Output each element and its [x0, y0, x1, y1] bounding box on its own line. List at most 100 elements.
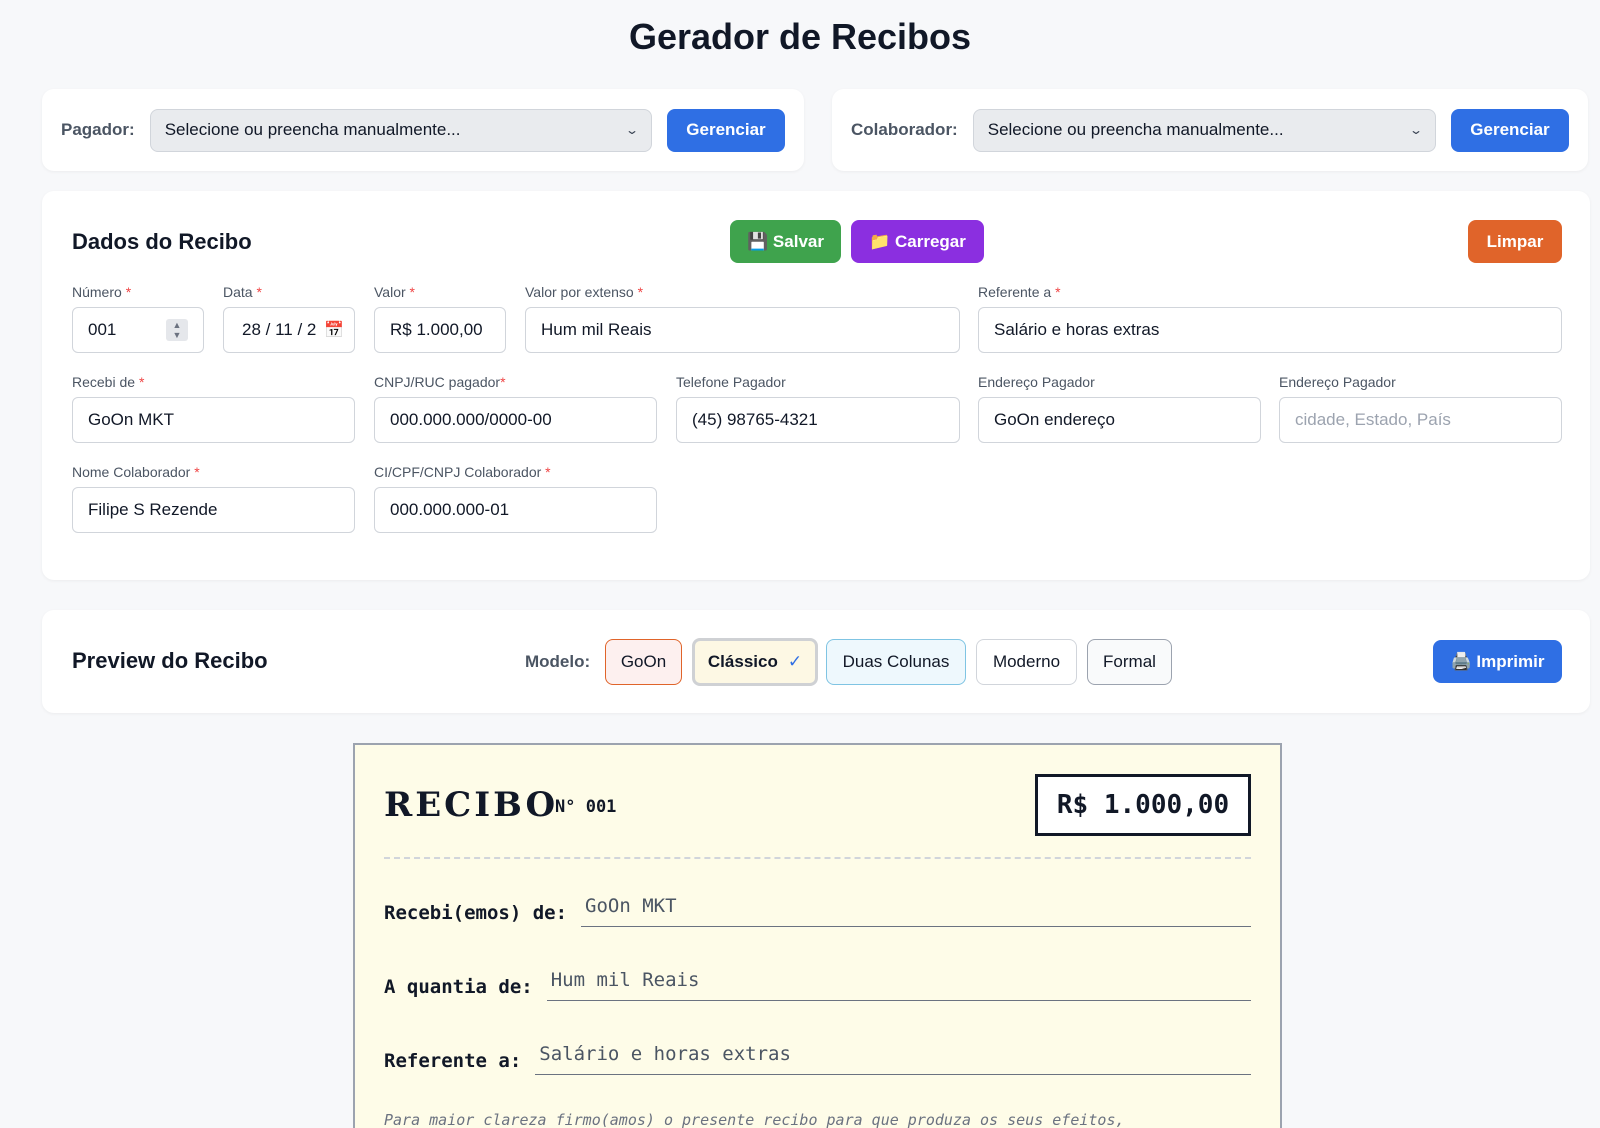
model-goon-button[interactable]: GoOn	[605, 639, 682, 685]
model-formal-button[interactable]: Formal	[1087, 639, 1172, 685]
telefone-field: Telefone Pagador (45) 98765-4321	[676, 374, 960, 443]
receipt-data-title: Dados do Recibo	[72, 229, 252, 254]
nome-colaborador-value: Filipe S Rezende	[88, 500, 218, 519]
data-value: 28 / 11 / 2	[242, 320, 317, 339]
model-moderno-label: Moderno	[992, 652, 1061, 671]
manage-payer-button[interactable]: Gerenciar	[667, 108, 785, 152]
collaborator-select[interactable]: Selecione ou preencha manualmente... ⌄	[972, 108, 1436, 152]
numero-label: Número	[72, 284, 122, 300]
page-title: Gerador de Recibos	[628, 16, 972, 57]
endereco-city-field: Endereço Pagador cidade, Estado, País	[1279, 374, 1562, 443]
received-from-value: GoOn MKT	[581, 895, 1251, 927]
extenso-label: Valor por extenso	[525, 284, 634, 300]
preview-title: Preview do Recibo	[72, 648, 268, 673]
amount-line: A quantia de: Hum mil Reais	[384, 969, 1251, 1001]
reference-value: Salário e horas extras	[535, 1043, 1251, 1075]
recebi-field: Recebi de * GoOn MKT	[72, 374, 355, 443]
clear-button[interactable]: Limpar	[1468, 220, 1562, 263]
referente-label: Referente a	[978, 284, 1052, 300]
endereco-input[interactable]: GoOn endereço	[978, 397, 1261, 443]
model-label: Modelo:	[525, 652, 591, 671]
load-button[interactable]: 📁 Carregar	[851, 220, 984, 263]
model-goon-label: GoOn	[620, 652, 667, 671]
data-label: Data	[223, 284, 253, 300]
model-classico-button[interactable]: Clássico ✓	[692, 638, 818, 686]
data-field: Data * 28 / 11 / 2 📅	[223, 284, 355, 353]
collaborator-label: Colaborador:	[851, 120, 958, 139]
calendar-icon[interactable]: 📅	[324, 320, 344, 340]
valor-field: Valor * R$ 1.000,00	[374, 284, 506, 353]
stepper-icon[interactable]: ▲ ▼	[166, 319, 188, 341]
model-classico-label: Clássico	[707, 652, 778, 671]
receipt-title: RECIBO	[384, 785, 559, 825]
payer-selector-card: Pagador: Selecione ou preencha manualmen…	[42, 89, 804, 171]
telefone-label: Telefone Pagador	[676, 374, 786, 390]
receipt-data-card: Dados do Recibo 💾 Salvar 📁 Carregar Limp…	[42, 191, 1590, 580]
cnpj-pagador-value: 000.000.000/0000-00	[390, 410, 552, 429]
required-marker: *	[194, 464, 200, 480]
numero-field: Número * 001 ▲ ▼	[72, 284, 204, 353]
nome-colaborador-label: Nome Colaborador	[72, 464, 191, 480]
doc-colaborador-field: CI/CPF/CNPJ Colaborador * 000.000.000-01	[374, 464, 657, 533]
recebi-label: Recebi de	[72, 374, 136, 390]
received-from-line: Recebi(emos) de: GoOn MKT	[384, 895, 1251, 927]
doc-colaborador-label: CI/CPF/CNPJ Colaborador	[374, 464, 542, 480]
extenso-value: Hum mil Reais	[541, 320, 652, 339]
required-marker: *	[1055, 284, 1061, 300]
numero-value: 001	[88, 320, 117, 339]
doc-colaborador-value: 000.000.000-01	[390, 500, 510, 519]
extenso-input[interactable]: Hum mil Reais	[525, 307, 960, 353]
referente-input[interactable]: Salário e horas extras	[978, 307, 1562, 353]
model-formal-label: Formal	[1103, 652, 1156, 671]
endereco-city-label: Endereço Pagador	[1279, 374, 1396, 390]
check-icon: ✓	[787, 652, 803, 671]
model-duas-colunas-label: Duas Colunas	[842, 652, 950, 671]
telefone-input[interactable]: (45) 98765-4321	[676, 397, 960, 443]
reference-line: Referente a: Salário e horas extras	[384, 1043, 1251, 1075]
collaborator-select-value: Selecione ou preencha manualmente...	[987, 120, 1284, 139]
required-marker: *	[637, 284, 644, 300]
model-duas-colunas-button[interactable]: Duas Colunas	[826, 639, 966, 685]
cnpj-pagador-label: CNPJ/RUC pagador	[374, 374, 501, 390]
required-marker: *	[500, 374, 506, 390]
valor-value: R$ 1.000,00	[390, 320, 483, 339]
endereco-city-input[interactable]: cidade, Estado, País	[1279, 397, 1562, 443]
cnpj-pagador-input[interactable]: 000.000.000/0000-00	[374, 397, 657, 443]
manage-collaborator-button[interactable]: Gerenciar	[1451, 108, 1569, 152]
preview-toolbar-card: Preview do Recibo Modelo: GoOn Clássico …	[42, 610, 1590, 713]
payer-select[interactable]: Selecione ou preencha manualmente... ⌄	[149, 108, 652, 152]
chevron-down-icon: ⌄	[624, 123, 640, 137]
model-moderno-button[interactable]: Moderno	[976, 639, 1077, 685]
recebi-input[interactable]: GoOn MKT	[72, 397, 355, 443]
amount-label: A quantia de:	[384, 976, 533, 998]
required-marker: *	[545, 464, 551, 480]
chevron-down-icon: ⌄	[1408, 123, 1424, 137]
dashed-divider	[384, 857, 1251, 859]
amount-value: Hum mil Reais	[546, 969, 1251, 1001]
reference-label: Referente a:	[384, 1050, 522, 1072]
required-marker: *	[125, 284, 132, 300]
required-marker: *	[256, 284, 262, 300]
save-button[interactable]: 💾 Salvar	[730, 220, 841, 263]
valor-input[interactable]: R$ 1.000,00	[374, 307, 506, 353]
referente-value: Salário e horas extras	[994, 320, 1160, 339]
endereco-value: GoOn endereço	[994, 410, 1115, 429]
payer-select-value: Selecione ou preencha manualmente...	[164, 120, 461, 139]
payer-label: Pagador:	[61, 120, 135, 139]
print-button[interactable]: 🖨️ Imprimir	[1433, 640, 1562, 683]
required-marker: *	[138, 374, 145, 390]
received-from-label: Recebi(emos) de:	[384, 902, 568, 924]
referente-field: Referente a * Salário e horas extras	[978, 284, 1562, 353]
receipt-footer-text: Para maior clareza firmo(amos) o present…	[384, 1111, 1125, 1128]
doc-colaborador-input[interactable]: 000.000.000-01	[374, 487, 657, 533]
data-input[interactable]: 28 / 11 / 2 📅	[223, 307, 355, 353]
collaborator-selector-card: Colaborador: Selecione ou preencha manua…	[832, 89, 1588, 171]
endereco-city-placeholder: cidade, Estado, País	[1295, 410, 1451, 429]
recebi-value: GoOn MKT	[88, 410, 174, 429]
endereco-field: Endereço Pagador GoOn endereço	[978, 374, 1261, 443]
nome-colaborador-input[interactable]: Filipe S Rezende	[72, 487, 355, 533]
valor-label: Valor	[374, 284, 406, 300]
extenso-field: Valor por extenso * Hum mil Reais	[525, 284, 960, 353]
cnpj-pagador-field: CNPJ/RUC pagador* 000.000.000/0000-00	[374, 374, 657, 443]
numero-input[interactable]: 001 ▲ ▼	[72, 307, 204, 353]
